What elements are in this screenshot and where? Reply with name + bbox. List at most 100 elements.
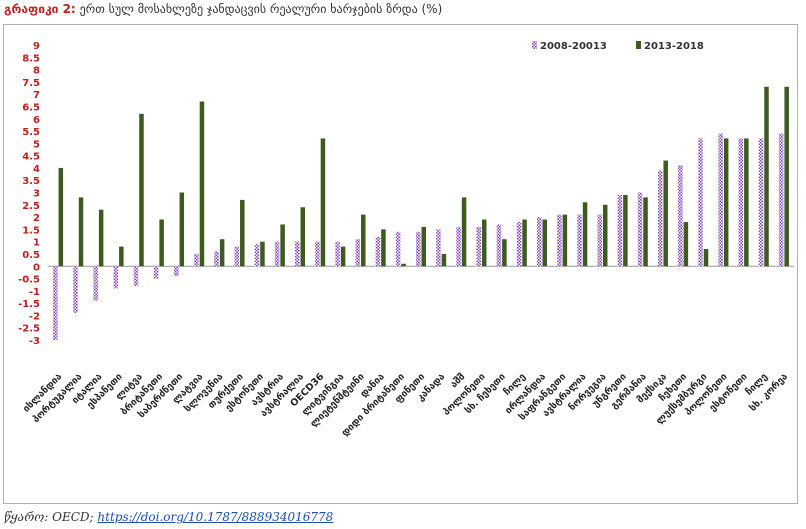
source-label: წყარო: xyxy=(4,510,49,524)
bar-2013-2018 xyxy=(401,263,406,267)
y-tick-label: -3 xyxy=(29,336,40,347)
bar-2008-2013 xyxy=(678,165,683,267)
y-tick-label: 1.5 xyxy=(22,225,40,236)
bar-2013-2018 xyxy=(703,249,709,267)
y-tick-label: -0.5 xyxy=(18,275,40,286)
y-tick-label: 2 xyxy=(33,213,40,224)
y-tick-label: 2.5 xyxy=(22,201,40,212)
bar-2008-2013 xyxy=(53,266,58,340)
legend-label-2008-2013: 2008-20013 xyxy=(540,41,607,52)
bar-2008-2013 xyxy=(355,239,361,267)
y-tick-label: 7.5 xyxy=(22,78,40,89)
bar-2008-2013 xyxy=(738,138,744,267)
bar-2013-2018 xyxy=(119,246,124,267)
bar-2013-2018 xyxy=(764,86,769,267)
bar-2013-2018 xyxy=(522,219,527,267)
y-tick-label: 6 xyxy=(33,115,40,126)
y-tick-label: 4.5 xyxy=(22,152,40,163)
bar-2008-2013 xyxy=(375,236,381,267)
chart-frame: -3 -2.5 -2 -1.5 -1 -0.5 0 0.5 1 1.5 2 2.5 3 3.5 4 4.5 5 5… xyxy=(3,24,798,504)
bar-2013-2018 xyxy=(199,101,205,267)
y-tick-label: 7 xyxy=(33,90,40,101)
bar-2008-2013 xyxy=(395,231,401,267)
bar-2008-2013 xyxy=(617,194,623,267)
bar-2013-2018 xyxy=(441,253,447,267)
bar-chart: -3-2.5 -2-1.5-1-0.5 00.51 1.522.53 3.544.5 55… xyxy=(18,41,794,439)
bar-2008-2013 xyxy=(234,246,240,267)
chart-title-text: ერთ სულ მოსახლეზე ჯანდაცვის რეალური ხარჯ… xyxy=(79,2,443,16)
y-tick-label: -2.5 xyxy=(18,324,40,335)
bar-2008-2013 xyxy=(496,224,502,267)
y-tick-label: 0 xyxy=(33,262,40,273)
bar-2013-2018 xyxy=(340,246,346,267)
y-tick-label: 6.5 xyxy=(22,102,40,113)
bar-2013-2018 xyxy=(784,86,789,267)
y-tick-label: 8.5 xyxy=(22,53,40,64)
bar-2008-2013 xyxy=(758,138,764,267)
bar-2013-2018 xyxy=(562,214,568,267)
bar-2013-2018 xyxy=(320,138,326,267)
bar-2013-2018 xyxy=(240,199,245,267)
bar-2013-2018 xyxy=(582,202,588,267)
bar-2008-2013 xyxy=(214,251,219,267)
bar-2013-2018 xyxy=(260,241,265,267)
bar-2013-2018 xyxy=(139,113,144,267)
bar-2008-2013 xyxy=(174,266,179,277)
bar-2008-2013 xyxy=(436,229,441,267)
bar-2013-2018 xyxy=(602,204,608,267)
legend-label-2013-2018: 2013-2018 xyxy=(644,41,704,52)
y-tick-label: 1 xyxy=(33,238,40,249)
bar-2008-2013 xyxy=(476,226,481,267)
bar-2008-2013 xyxy=(557,214,562,267)
y-tick-label: 3 xyxy=(33,189,40,200)
legend-swatch-2008-2013 xyxy=(532,41,537,49)
bar-2013-2018 xyxy=(300,207,306,267)
y-tick-label: 8 xyxy=(33,66,40,77)
bar-2013-2018 xyxy=(481,219,487,267)
bar-2013-2018 xyxy=(663,160,668,267)
bar-2008-2013 xyxy=(536,217,542,267)
bar-2013-2018 xyxy=(723,138,729,267)
chart-title: გრაფიკი 2: ერთ სულ მოსახლეზე ჯანდაცვის რ… xyxy=(4,2,442,16)
bar-2008-2013 xyxy=(577,214,582,267)
y-tick-label: 4 xyxy=(33,164,40,175)
bar-2008-2013 xyxy=(416,231,421,267)
y-tick-label: -1 xyxy=(29,287,40,298)
y-tick-label: -2 xyxy=(29,311,40,322)
bar-2013-2018 xyxy=(98,209,104,267)
bar-2013-2018 xyxy=(78,197,84,267)
chart-title-label: გრაფიკი 2: xyxy=(4,2,76,16)
legend-swatch-2013-2018 xyxy=(636,41,641,49)
bar-2008-2013 xyxy=(274,241,280,267)
bar-2008-2013 xyxy=(194,253,199,267)
bar-2013-2018 xyxy=(542,219,547,267)
bar-2008-2013 xyxy=(93,266,98,301)
bar-2013-2018 xyxy=(58,167,64,267)
bar-2008-2013 xyxy=(657,170,663,267)
bar-2013-2018 xyxy=(461,197,467,267)
bar-2013-2018 xyxy=(280,224,285,267)
bar-2013-2018 xyxy=(421,226,426,267)
bar-2008-2013 xyxy=(335,241,340,267)
bar-2008-2013 xyxy=(153,266,159,279)
bar-2008-2013 xyxy=(456,226,461,267)
bar-2008-2013 xyxy=(698,138,703,267)
bar-2008-2013 xyxy=(637,192,643,267)
source-note: წყარო: OECD; https://doi.org/10.1787/888… xyxy=(4,510,333,524)
bar-2008-2013 xyxy=(295,241,300,267)
bar-2008-2013 xyxy=(516,222,522,267)
bar-2013-2018 xyxy=(643,197,648,267)
bar-2013-2018 xyxy=(502,239,507,267)
y-tick-label: 3.5 xyxy=(22,176,40,187)
bar-2013-2018 xyxy=(159,219,164,267)
bar-2008-2013 xyxy=(133,266,139,286)
bar-2008-2013 xyxy=(597,214,602,267)
source-link[interactable]: https://doi.org/10.1787/888934016778 xyxy=(97,510,333,524)
bar-2008-2013 xyxy=(113,266,119,289)
bar-2013-2018 xyxy=(361,214,366,267)
bar-2013-2018 xyxy=(219,239,225,267)
y-tick-label: 5 xyxy=(33,139,40,150)
bar-2013-2018 xyxy=(683,222,689,267)
bar-2008-2013 xyxy=(315,241,320,267)
bar-2013-2018 xyxy=(744,138,749,267)
